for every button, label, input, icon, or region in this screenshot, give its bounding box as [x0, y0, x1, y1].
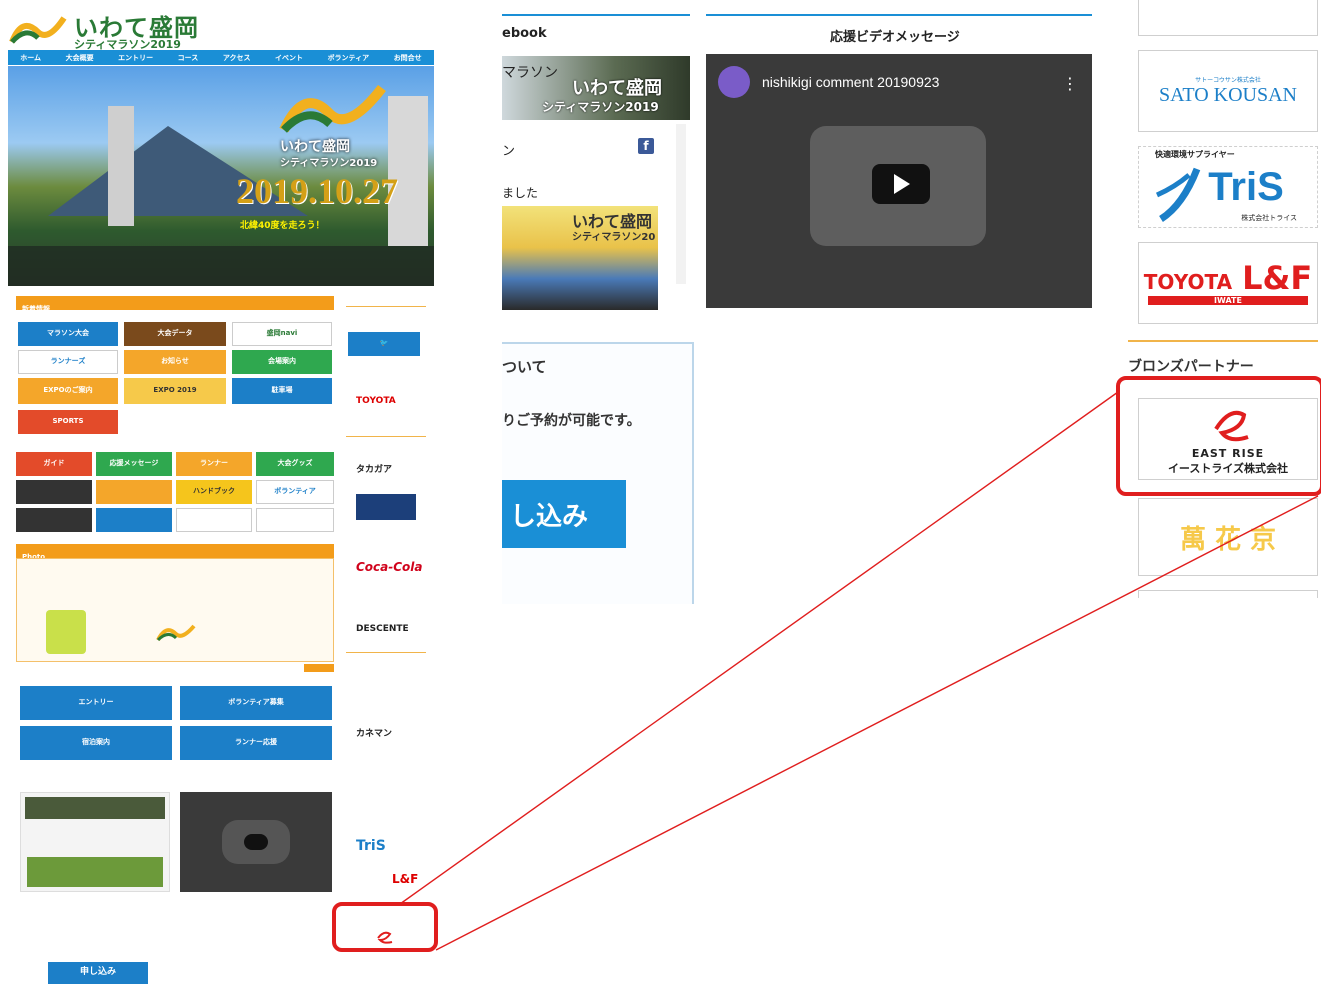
- highlight-connector-lines: [399, 391, 1319, 951]
